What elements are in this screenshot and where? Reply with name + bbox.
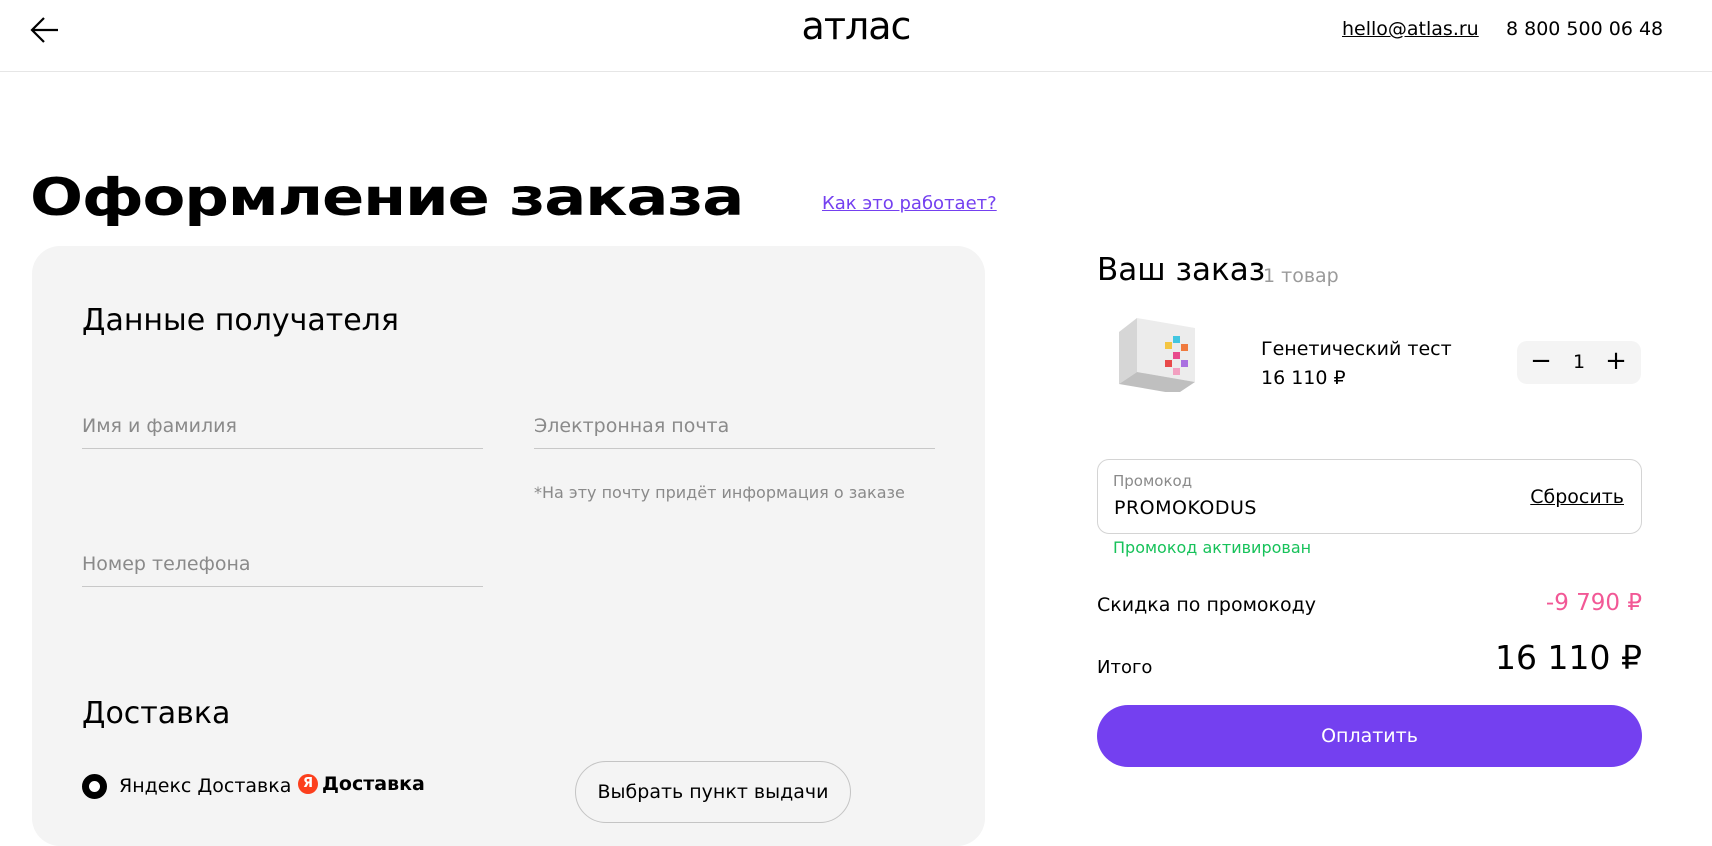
product-price: 16 110 ₽ bbox=[1261, 367, 1346, 389]
page-title: Оформление заказа bbox=[30, 168, 744, 228]
discount-label: Скидка по промокоду bbox=[1097, 594, 1317, 616]
quantity-stepper: − 1 + bbox=[1517, 341, 1641, 384]
promo-reset-button[interactable]: Сбросить bbox=[1530, 486, 1624, 508]
phone-placeholder: Номер телефона bbox=[82, 553, 251, 575]
promo-code-value[interactable]: PROMOKODUS bbox=[1114, 497, 1257, 519]
promo-code-label: Промокод bbox=[1113, 472, 1193, 490]
quantity-decrease-button[interactable]: − bbox=[1529, 347, 1553, 377]
quantity-value: 1 bbox=[1572, 351, 1586, 373]
phone-field[interactable]: Номер телефона bbox=[82, 541, 483, 587]
pay-button[interactable]: Оплатить bbox=[1097, 705, 1642, 767]
name-field[interactable]: Имя и фамилия bbox=[82, 403, 483, 449]
total-value: 16 110 ₽ bbox=[1495, 638, 1642, 677]
contact-email-link[interactable]: hello@atlas.ru bbox=[1342, 18, 1479, 40]
email-placeholder: Электронная почта bbox=[534, 415, 730, 437]
product-name: Генетический тест bbox=[1261, 338, 1452, 360]
promo-status: Промокод активирован bbox=[1113, 538, 1312, 557]
name-placeholder: Имя и фамилия bbox=[82, 415, 237, 437]
quantity-increase-button[interactable]: + bbox=[1603, 347, 1629, 377]
yandex-delivery-logo: Я Доставка bbox=[298, 773, 425, 795]
recipient-section-title: Данные получателя bbox=[82, 303, 399, 338]
yandex-delivery-label[interactable]: Яндекс Доставка bbox=[119, 775, 291, 797]
product-image bbox=[1115, 312, 1199, 394]
contact-phone[interactable]: 8 800 500 06 48 bbox=[1506, 18, 1663, 40]
order-item-count: 1 товар bbox=[1263, 265, 1339, 287]
delivery-section-title: Доставка bbox=[82, 696, 231, 731]
choose-pickup-point-button[interactable]: Выбрать пункт выдачи bbox=[575, 761, 851, 823]
email-hint: *На эту почту придёт информация о заказе bbox=[534, 483, 905, 502]
yandex-logo-icon: Я bbox=[298, 774, 318, 794]
yandex-delivery-radio[interactable] bbox=[82, 774, 107, 799]
discount-value: -9 790 ₽ bbox=[1545, 590, 1642, 616]
email-field[interactable]: Электронная почта bbox=[534, 403, 935, 449]
yandex-logo-text: Доставка bbox=[322, 773, 425, 795]
promo-code-field[interactable]: Промокод PROMOKODUS Сбросить bbox=[1097, 459, 1642, 534]
site-header: атлас hello@atlas.ru 8 800 500 06 48 bbox=[0, 0, 1712, 72]
how-it-works-link[interactable]: Как это работает? bbox=[822, 193, 997, 214]
total-label: Итого bbox=[1097, 657, 1153, 678]
order-title: Ваш заказ bbox=[1097, 252, 1266, 288]
